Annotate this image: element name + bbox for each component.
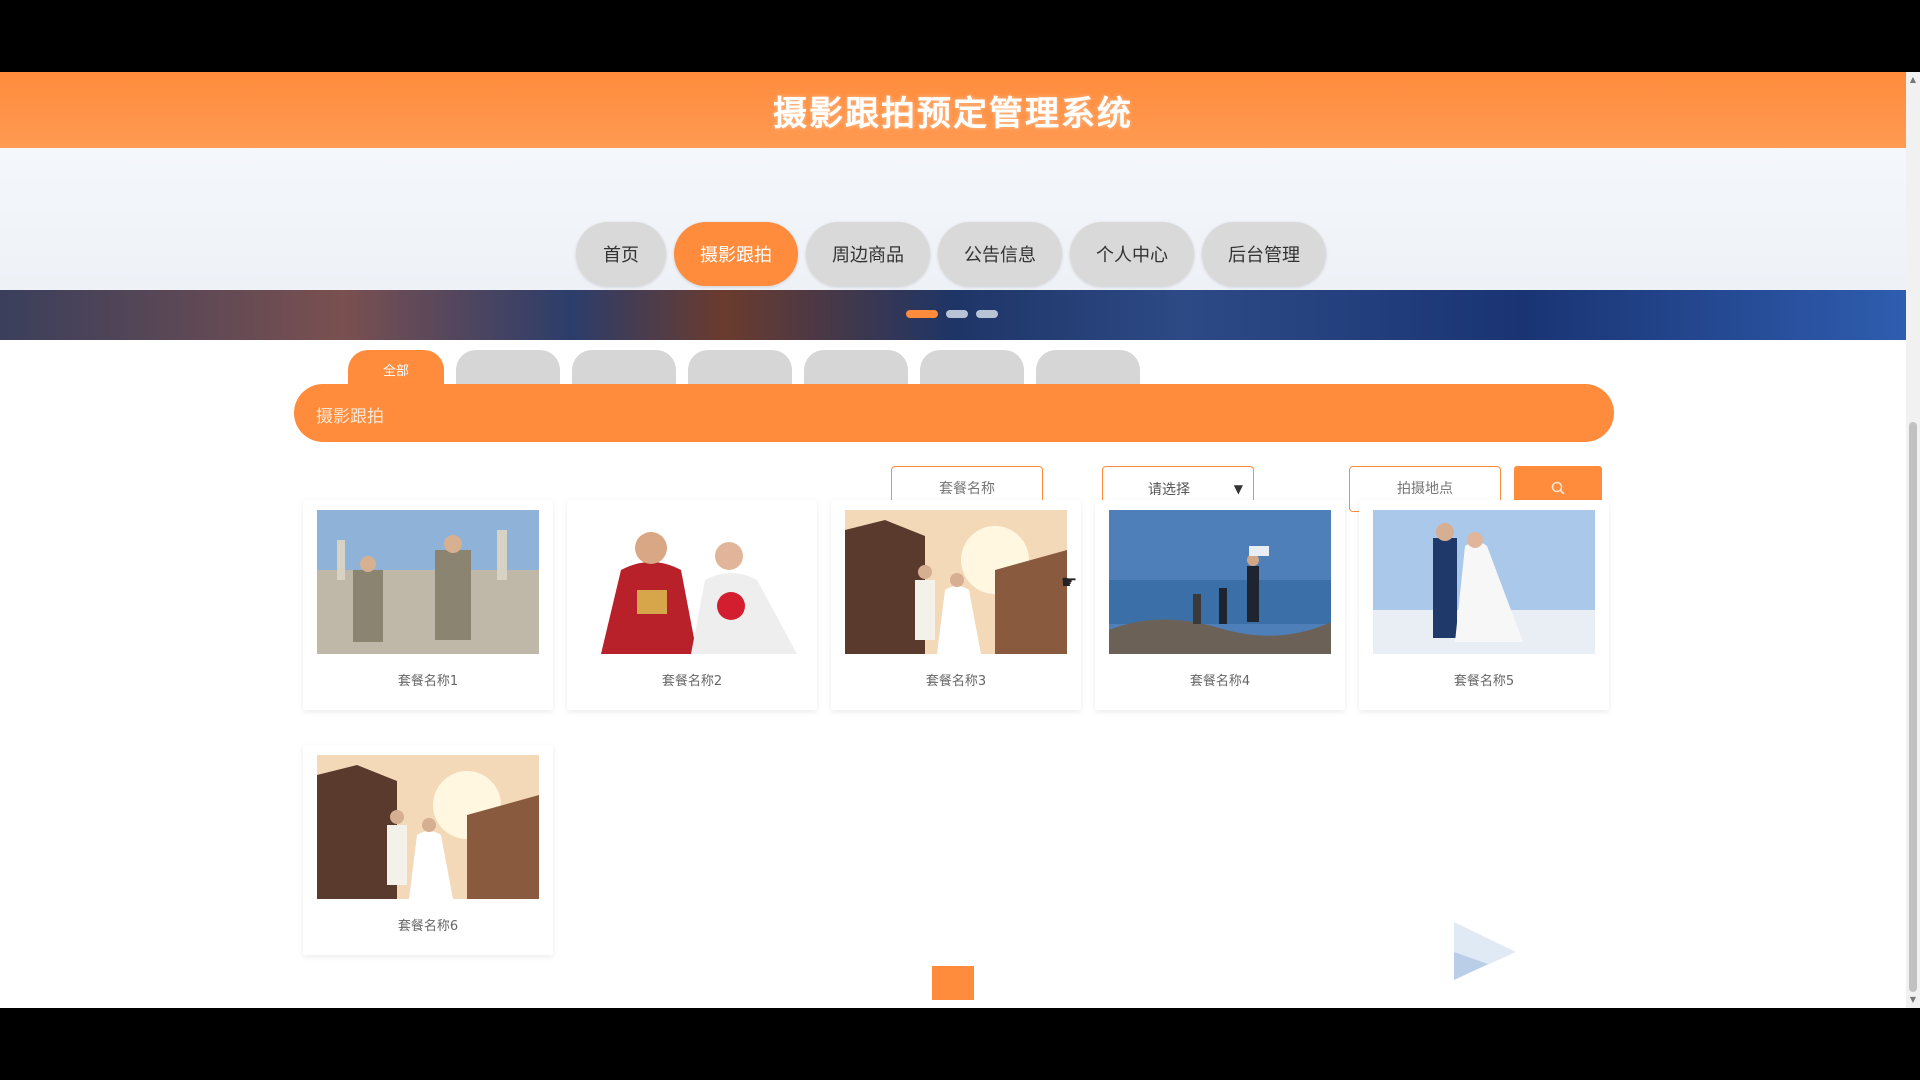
chevron-down-icon: ▼: [1233, 482, 1243, 496]
search-icon: [1551, 481, 1565, 495]
package-card[interactable]: 套餐名称2: [567, 500, 817, 710]
carousel-dot[interactable]: [946, 310, 968, 318]
main-nav: 首页 摄影跟拍 周边商品 公告信息 个人中心 后台管理: [0, 148, 1906, 290]
package-name[interactable]: 套餐名称2: [567, 670, 817, 689]
package-name[interactable]: 套餐名称1: [303, 670, 553, 689]
nav-item-1[interactable]: 摄影跟拍: [674, 222, 798, 286]
package-name[interactable]: 套餐名称6: [303, 915, 553, 934]
package-card[interactable]: 套餐名称5: [1359, 500, 1609, 710]
package-card[interactable]: 套餐名称6: [303, 745, 553, 955]
package-photo[interactable]: [1373, 510, 1595, 654]
package-photo[interactable]: [317, 510, 539, 654]
hero-banner[interactable]: [0, 290, 1906, 340]
package-card[interactable]: 套餐名称1: [303, 500, 553, 710]
nav-items: 首页 摄影跟拍 周边商品 公告信息 个人中心 后台管理: [576, 222, 1326, 286]
package-card[interactable]: 套餐名称4: [1095, 500, 1345, 710]
scrollbar-thumb[interactable]: [1909, 422, 1917, 992]
package-photo[interactable]: [845, 510, 1067, 654]
mouse-cursor-icon: ☛: [1061, 572, 1078, 593]
nav-item-0[interactable]: 首页: [576, 222, 666, 286]
nav-item-2[interactable]: 周边商品: [806, 222, 930, 286]
site-header: 摄影跟拍预定管理系统: [0, 72, 1906, 148]
carousel-dot[interactable]: [906, 310, 938, 318]
scroll-down-icon[interactable]: ▼: [1909, 996, 1917, 1004]
package-photo[interactable]: [581, 510, 803, 654]
package-card[interactable]: 套餐名称3: [831, 500, 1081, 710]
section-title: 摄影跟拍: [316, 407, 384, 427]
package-photo[interactable]: [317, 755, 539, 899]
section-bar: 摄影跟拍 ​: [294, 384, 1614, 442]
carousel-dots: [906, 310, 998, 318]
browser-viewport: 摄影跟拍预定管理系统 首页 摄影跟拍 周边商品 公告信息 个人中心 后台管理 全部 摄影跟…: [0, 72, 1906, 1008]
package-name[interactable]: 套餐名称4: [1095, 670, 1345, 689]
package-name[interactable]: 套餐名称3: [831, 670, 1081, 689]
carousel-dot[interactable]: [976, 310, 998, 318]
pagination-current-page[interactable]: [932, 966, 974, 1000]
nav-item-4[interactable]: 个人中心: [1070, 222, 1194, 286]
scroll-up-icon[interactable]: ▲: [1909, 76, 1917, 84]
package-name[interactable]: 套餐名称5: [1359, 670, 1609, 689]
nav-item-3[interactable]: 公告信息: [938, 222, 1062, 286]
site-title: 摄影跟拍预定管理系统: [773, 93, 1133, 134]
vertical-scrollbar[interactable]: ▲ ▼: [1906, 72, 1920, 1008]
package-photo[interactable]: [1109, 510, 1331, 654]
watermark-logo-icon: [1454, 922, 1516, 980]
nav-item-5[interactable]: 后台管理: [1202, 222, 1326, 286]
type-select-value: 请选择: [1148, 482, 1190, 498]
